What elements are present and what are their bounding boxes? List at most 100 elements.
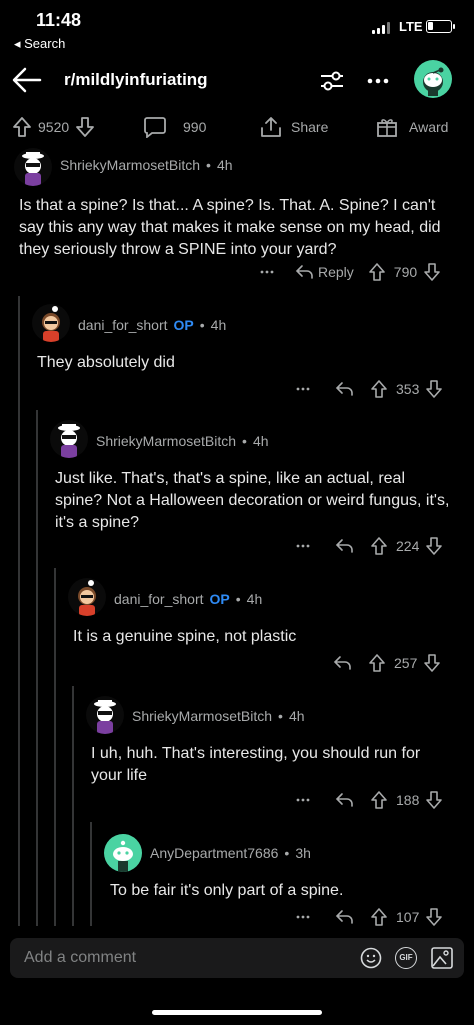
award-button[interactable]: Award bbox=[375, 116, 448, 138]
upvote-icon[interactable] bbox=[368, 262, 386, 282]
reply-icon[interactable] bbox=[334, 908, 354, 926]
comment-score: 790 bbox=[393, 264, 418, 280]
separator-dot: • bbox=[235, 591, 241, 607]
reply-icon[interactable] bbox=[332, 654, 352, 672]
comment-username[interactable]: ShriekyMarmosetBitch bbox=[60, 157, 200, 173]
more-icon[interactable] bbox=[258, 263, 276, 281]
comment-bubble-icon bbox=[144, 117, 166, 138]
more-icon[interactable] bbox=[294, 537, 312, 555]
comment-score: 353 bbox=[396, 381, 420, 397]
thread-line-5[interactable] bbox=[90, 822, 92, 926]
back-to-search-link[interactable]: ◂ Search bbox=[14, 36, 65, 52]
downvote-icon[interactable] bbox=[425, 379, 443, 399]
subreddit-title[interactable]: r/mildlyinfuriating bbox=[64, 70, 208, 90]
upvote-icon[interactable] bbox=[370, 907, 388, 927]
separator-dot: • bbox=[242, 433, 247, 449]
comment-username[interactable]: dani_for_short bbox=[78, 317, 168, 333]
comment-username[interactable]: AnyDepartment7686 bbox=[150, 845, 278, 861]
share-button[interactable]: Share bbox=[259, 116, 328, 138]
add-comment-bar[interactable]: Add a comment GIF bbox=[10, 938, 464, 978]
comment-actions: 353 bbox=[294, 379, 443, 399]
more-icon[interactable] bbox=[294, 908, 312, 926]
comment-time: 4h bbox=[288, 708, 305, 724]
avatar[interactable] bbox=[104, 834, 142, 872]
comment-actions: 257 bbox=[332, 653, 441, 673]
op-badge: OP bbox=[209, 591, 230, 607]
back-arrow-icon[interactable] bbox=[10, 64, 46, 96]
comment-header: ShriekyMarmosetBitch • 4h bbox=[60, 157, 233, 173]
upvote-icon[interactable] bbox=[368, 653, 386, 673]
image-icon[interactable] bbox=[430, 946, 454, 970]
user-avatar[interactable] bbox=[414, 60, 452, 98]
comment-time: 4h bbox=[246, 591, 263, 607]
downvote-icon[interactable] bbox=[75, 116, 95, 138]
downvote-icon[interactable] bbox=[425, 907, 443, 927]
upvote-icon[interactable] bbox=[370, 536, 388, 556]
downvote-icon[interactable] bbox=[423, 262, 441, 282]
comment-score: 257 bbox=[394, 655, 418, 671]
op-badge: OP bbox=[173, 317, 194, 333]
comment-username[interactable]: dani_for_short bbox=[114, 591, 204, 607]
comment-actions: 188 bbox=[294, 790, 443, 810]
upvote-icon[interactable] bbox=[370, 790, 388, 810]
post-upvote-count: 9520 bbox=[38, 119, 70, 135]
comment-score: 107 bbox=[396, 909, 420, 925]
reply-icon[interactable] bbox=[334, 380, 354, 398]
reply-icon[interactable] bbox=[334, 537, 354, 555]
sort-filter-icon[interactable] bbox=[318, 68, 346, 94]
comments-button[interactable]: 990 bbox=[143, 116, 206, 138]
comment-body: To be fair it's only part of a spine. bbox=[110, 882, 344, 899]
thread-line-3[interactable] bbox=[54, 568, 56, 926]
comment-username[interactable]: ShriekyMarmosetBitch bbox=[96, 433, 236, 449]
avatar[interactable] bbox=[86, 696, 124, 734]
share-icon bbox=[261, 117, 281, 137]
comment-body: They absolutely did bbox=[37, 354, 175, 371]
upvote-icon[interactable] bbox=[12, 116, 32, 138]
status-bar: 11:48 ◂ Search LTE bbox=[0, 0, 474, 56]
comment-header: ShriekyMarmosetBitch • 4h bbox=[132, 708, 305, 724]
share-label: Share bbox=[291, 119, 329, 135]
downvote-icon[interactable] bbox=[425, 536, 443, 556]
top-header: r/mildlyinfuriating bbox=[0, 56, 474, 106]
gif-icon[interactable]: GIF bbox=[395, 947, 417, 969]
more-icon[interactable] bbox=[294, 380, 312, 398]
thread-line-4[interactable] bbox=[72, 686, 74, 926]
reply-icon[interactable] bbox=[334, 791, 354, 809]
downvote-icon[interactable] bbox=[423, 653, 441, 673]
comment-username[interactable]: ShriekyMarmosetBitch bbox=[132, 708, 272, 724]
avatar[interactable] bbox=[50, 420, 88, 458]
status-time: 11:48 bbox=[36, 10, 82, 30]
comment-body: I uh, huh. That's interesting, you shoul… bbox=[91, 745, 421, 784]
separator-dot: • bbox=[278, 708, 283, 724]
comment-time: 4h bbox=[216, 157, 233, 173]
vote-group: 9520 bbox=[12, 116, 95, 138]
downvote-icon[interactable] bbox=[425, 790, 443, 810]
comment-actions: 224 bbox=[294, 536, 443, 556]
reply-label[interactable]: Reply bbox=[318, 264, 354, 280]
upvote-icon[interactable] bbox=[370, 379, 388, 399]
more-options-icon[interactable] bbox=[364, 68, 392, 94]
network-label: LTE bbox=[399, 19, 423, 34]
separator-dot: • bbox=[284, 845, 290, 861]
award-label: Award bbox=[409, 119, 449, 135]
comment-time: 4h bbox=[252, 433, 269, 449]
comment-body: Is that a spine? Is that... A spine? Is.… bbox=[19, 197, 441, 258]
post-comment-count: 990 bbox=[183, 119, 207, 135]
reply-icon[interactable] bbox=[294, 263, 314, 281]
comment-header: AnyDepartment7686 • 3h bbox=[150, 845, 311, 861]
comment-body: It is a genuine spine, not plastic bbox=[73, 628, 297, 645]
emoji-icon[interactable] bbox=[360, 947, 382, 969]
avatar[interactable] bbox=[32, 304, 70, 342]
avatar[interactable] bbox=[68, 578, 106, 616]
battery-icon bbox=[426, 20, 455, 33]
thread-line-1[interactable] bbox=[18, 296, 20, 926]
comment-header: ShriekyMarmosetBitch • 4h bbox=[96, 433, 269, 449]
more-icon[interactable] bbox=[294, 791, 312, 809]
thread-line-2[interactable] bbox=[36, 410, 38, 926]
comment-score: 224 bbox=[396, 538, 420, 554]
comment-actions: Reply 790 bbox=[258, 262, 458, 282]
comment-time: 4h bbox=[210, 317, 227, 333]
add-comment-placeholder[interactable]: Add a comment bbox=[24, 949, 136, 967]
comment-actions: 107 bbox=[294, 907, 443, 927]
avatar[interactable] bbox=[14, 148, 52, 186]
